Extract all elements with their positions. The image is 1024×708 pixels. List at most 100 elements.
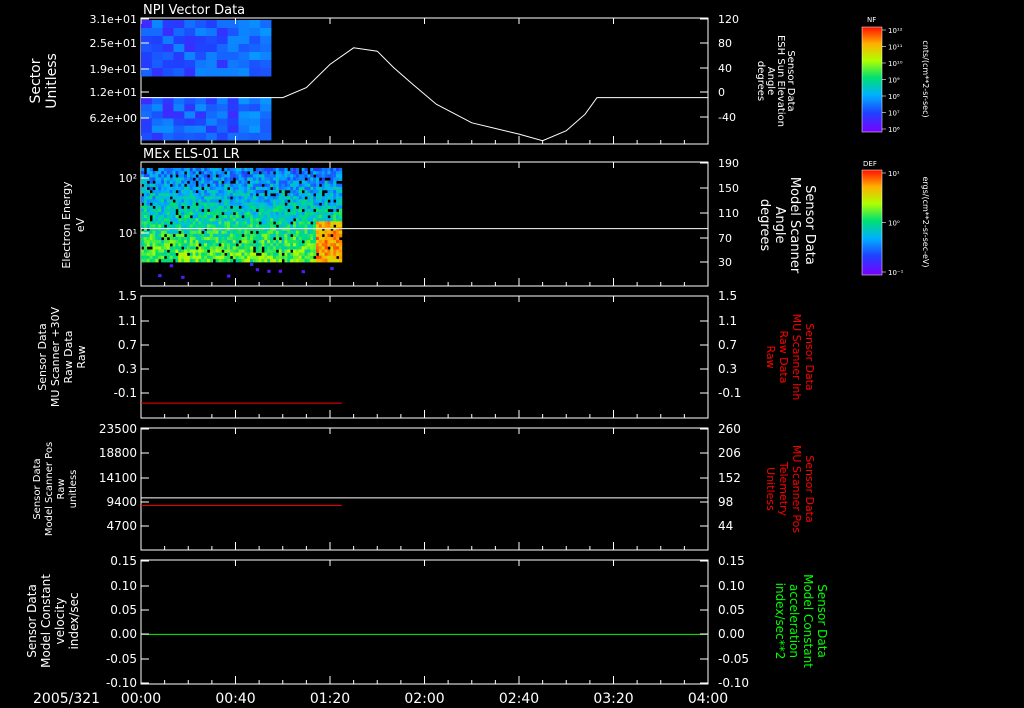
heatmap-cell (158, 236, 162, 241)
heatmap-cell (315, 227, 320, 232)
heatmap-cell (321, 236, 325, 241)
heatmap-cell (315, 177, 320, 181)
heatmap-cell (198, 246, 202, 250)
heatmap-cell (186, 177, 191, 181)
heatmap-cell (252, 218, 257, 222)
heatmap-cell (304, 202, 308, 206)
heatmap-cell (281, 233, 285, 238)
heatmap-cell (192, 227, 196, 232)
heatmap-cell (206, 243, 211, 247)
heatmap-cell (324, 211, 328, 216)
heatmap-cell (264, 174, 268, 178)
heatmap-cell (189, 174, 194, 178)
heatmap-cell (189, 202, 194, 206)
heatmap-cell (169, 264, 174, 268)
heatmap-cell (163, 196, 168, 200)
heatmap-cell (227, 230, 231, 235)
heatmap-cell (247, 208, 251, 213)
heatmap-cell (186, 208, 191, 213)
heatmap-cell (255, 189, 260, 194)
heatmap-cell (241, 218, 245, 222)
heatmap-cell (295, 230, 300, 235)
heatmap-cell (247, 233, 251, 238)
heatmap-cell (264, 255, 268, 260)
heatmap-cell (175, 205, 179, 210)
left-tick-label: -0.10 (106, 676, 137, 690)
heatmap-cell (161, 224, 165, 228)
heatmap-cell (173, 28, 185, 37)
heatmap-cell (149, 174, 153, 178)
heatmap-cell (155, 246, 159, 250)
heatmap-cell (278, 258, 282, 263)
heatmap-cell (255, 202, 260, 206)
heatmap-cell (166, 180, 171, 185)
heatmap-cell (175, 236, 179, 241)
heatmap-cell (244, 249, 248, 253)
heatmap-cell (238, 211, 242, 216)
panel-vel-left-label-line4: index/sec (67, 592, 81, 649)
heatmap-cell (301, 174, 305, 178)
heatmap-cell (301, 171, 305, 175)
heatmap-cell (184, 44, 196, 53)
heatmap-cell (227, 211, 231, 216)
heatmap-cell (192, 218, 196, 222)
heatmap-cell (229, 224, 234, 228)
heatmap-cell (270, 183, 274, 188)
heatmap-cell (295, 183, 300, 188)
heatmap-cell (238, 193, 242, 197)
heatmap-cell (198, 199, 202, 203)
heatmap-cell (186, 183, 191, 188)
heatmap-cell (224, 255, 228, 260)
heatmap-cell (267, 243, 271, 247)
heatmap-cell (293, 240, 297, 244)
heatmap-cell (195, 252, 199, 257)
heatmap-cell (313, 180, 317, 185)
heatmap-cell (247, 196, 251, 200)
heatmap-cell (195, 233, 199, 238)
heatmap-cell (169, 230, 173, 235)
heatmap-cell (287, 252, 291, 257)
heatmap-cell (310, 243, 314, 247)
heatmap-cell (155, 224, 159, 228)
heatmap-cell (275, 233, 280, 238)
heatmap-cell (252, 174, 257, 178)
heatmap-cell (330, 168, 334, 172)
heatmap-cell (333, 211, 337, 216)
heatmap-cell (324, 205, 328, 210)
heatmap-cell (287, 202, 291, 206)
heatmap-cell (249, 28, 261, 37)
heatmap-cell (315, 211, 320, 216)
heatmap-cell (232, 215, 237, 219)
heatmap-cell (184, 215, 188, 219)
heatmap-cell (284, 183, 288, 188)
heatmap-cell (149, 186, 153, 191)
heatmap-cell (146, 233, 151, 238)
heatmap-cell (224, 196, 228, 200)
heatmap-cell (238, 125, 250, 134)
heatmap-cell (321, 255, 325, 260)
heatmap-cell (264, 246, 268, 250)
heatmap-cell (307, 208, 311, 213)
heatmap-cell (275, 177, 280, 181)
heatmap-cell (260, 60, 272, 69)
heatmap-cell (258, 230, 262, 235)
heatmap-cell (327, 174, 331, 178)
heatmap-cell (218, 186, 222, 191)
heatmap-cell (290, 183, 294, 188)
heatmap-cell (161, 199, 165, 203)
heatmap-cell (313, 236, 317, 241)
heatmap-cell (275, 183, 280, 188)
heatmap-cell (258, 211, 262, 216)
heatmap-cell (336, 227, 340, 232)
heatmap-cell (212, 246, 216, 250)
heatmap-cell (295, 221, 300, 225)
heatmap-cell (244, 221, 248, 225)
heatmap-cell (158, 208, 162, 213)
heatmap-cell (304, 199, 308, 203)
heatmap-cell (212, 193, 216, 197)
heatmap-cell (205, 52, 218, 61)
heatmap-cell (141, 186, 145, 191)
heatmap-cell (216, 52, 229, 61)
heatmap-cell (204, 221, 208, 225)
heatmap-cell (255, 205, 260, 210)
